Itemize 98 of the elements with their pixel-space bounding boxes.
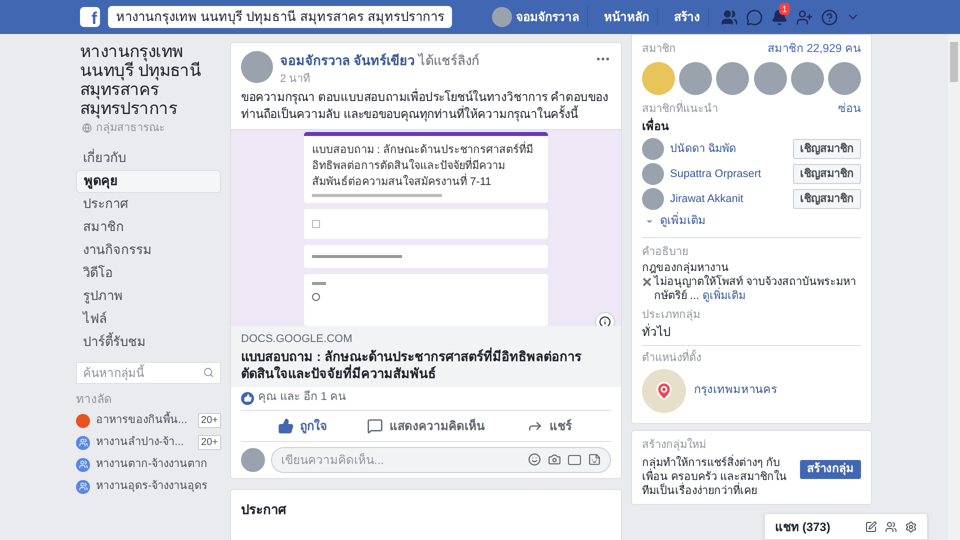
avatar-placeholder [642,188,664,210]
description-text: ไม่อนุญาตให้โพสท์ จาบจ้วงสถาบันพระมหากษัตริย์ ... ดูเพิ่มเติม [654,274,858,302]
friends-icon[interactable] [721,8,738,26]
post-action-button[interactable]: แชร์ [488,416,611,434]
section-heading: ตำแหน่งที่ตั้ง [642,350,861,366]
post-action-button[interactable]: แสดงความคิดเห็น [364,416,488,434]
emoji-icon[interactable] [528,453,541,466]
create-group-button[interactable]: สร้างกลุ่ม [800,460,861,479]
link-preview[interactable] [231,129,621,386]
section-heading: คำอธิบาย [642,245,689,260]
invite-button[interactable]: เชิญสมาชิก [793,164,861,184]
description-text: กฎของกลุ่มหางาน [642,260,729,274]
avatar-placeholder [642,138,664,160]
shortcut-label: หางานอุดร-จ้างงานอุดร [96,479,209,494]
post-text: ขอความกรุณา ตอบแบบสอบถามเพื่อประโยชน์ในทางวิชาการ คำตอบของท่านถือเป็นความลับ และขอขอบคุณทุกท่านที่ให้ความกรุณาในครั้งนี้ [240,88,610,124]
sidebar-nav-item[interactable]: รูปภาพ [76,284,221,308]
thumbs-up-icon [278,418,294,434]
reaction-summary: คุณ และ อีก 1 คน [258,389,346,406]
suggested-member-link[interactable]: Supattra Orprasert [670,166,787,182]
link-title: แบบสอบถาม : ลักษณะด้านประชากรศาสตร์ที่มีอิทธิพลต่อการตัดสินใจและปัจจัยที่มีความสัมพันธ์ [241,348,583,382]
friends-label: เพื่อน [642,118,861,136]
suggested-member-link[interactable]: ปนัดดา ฉิมพัด [670,140,787,157]
count-badge: 20+ [198,413,221,428]
messenger-icon[interactable] [746,8,763,26]
link-domain: DOCS.GOOGLE.COM [241,332,354,347]
shortcut-label: อาหารของกินพื้น... [96,412,192,429]
shortcut-item[interactable]: อาหารของกินพื้น... 20+ [76,410,221,432]
avatar-placeholder [642,162,664,185]
card-heading: ประกาศ [241,502,286,516]
post-action-button[interactable]: ถูกใจ [241,416,364,434]
member-avatar-placeholder [716,62,750,96]
post-time: 2 นาที [280,72,312,86]
form-title: แบบสอบถาม : ลักษณะด้านประชากรศาสตร์ที่มีอิทธิพลต่อการตัดสินใจและปัจจัยที่มีความสัมพันธ์ต่อความสนใจสมัครงานที่ 7-11 [312,142,540,190]
avatar-placeholder [492,7,512,27]
chat-bar[interactable]: แชท (373) [764,513,928,540]
section-heading: สมาชิก [642,42,676,57]
sidebar-nav-item[interactable]: ประกาศ [76,192,221,216]
globe-icon [82,123,92,134]
info-icon[interactable] [595,312,615,326]
member-avatar-placeholder [642,62,675,96]
sidebar-nav-item[interactable]: ไฟล์ [76,308,221,330]
suggested-member-link[interactable]: Jirawat Akkanit [670,190,787,207]
group-icon [76,436,90,450]
sidebar-nav-item[interactable]: ปาร์ตี้รับชม [76,330,221,354]
sidebar-nav-item[interactable]: วิดีโอ [76,262,221,284]
chat-label: แชท (373) [775,518,832,536]
nav-link[interactable]: หน้าหลัก [596,8,658,26]
logo-icon: f [80,7,100,27]
section-heading: สมาชิกที่แนะนำ [642,101,718,118]
shortcut-label: หางานลำปาง-จ้า... [96,435,185,450]
search-field[interactable]: หางานกรุงเทพ นนทบุรี ปทุมธานี สมุทรสาคร สมุทรปราการ [108,6,452,28]
members-count-link[interactable]: สมาชิก 22,929 คน [767,41,861,58]
member-avatar-placeholder [828,62,861,96]
avatar-placeholder [241,51,273,83]
see-more-link[interactable]: ดูเพิ่มเติม [702,290,746,302]
group-title: หางานกรุงเทพ นนทบุรี ปทุมธานี สมุทรสาคร สมุทรปราการ [79,42,202,118]
member-avatar-placeholder [679,62,712,96]
sidebar-nav-item[interactable]: สมาชิก [76,216,221,238]
avatar-placeholder [241,448,265,472]
create-group-text: กลุ่มทำให้การแชร์สิ่งต่างๆ กับเพื่อน ครอบครัว และสมาชิกในทีมเป็นเรื่องง่ายกว่าที่เคย [642,456,792,498]
shortcut-item[interactable]: หางานตาก-จ้างงานตาก [76,454,221,476]
group-chat-icon[interactable] [885,520,897,532]
see-more-link[interactable]: ดูเพิ่มเติม [660,212,706,230]
group-icon [76,458,90,472]
hide-link[interactable]: ซ่อน [838,101,861,118]
post-action: ได้แชร์ลิงก์ [418,53,480,68]
sidebar-nav-item[interactable]: เกี่ยวกับ [76,146,221,170]
shortcut-item[interactable]: หางานอุดร-จ้างงานอุดร [76,476,221,498]
settings-icon[interactable] [905,520,917,532]
author-link[interactable]: จอมจักรวาล จันทร์เขียว [280,53,415,68]
shortcut-label: หางานตาก-จ้างงานตาก [96,457,209,472]
sidebar-nav-item[interactable]: พูดคุย [76,170,221,192]
notification-badge: 1 [779,2,790,14]
help-icon[interactable] [821,8,838,26]
section-heading: ทางลัด [76,390,113,408]
count-badge: 20+ [198,435,221,450]
member-avatar-placeholder [754,62,787,96]
nav-link[interactable]: สร้าง [666,8,709,26]
section-heading: สร้างกลุ่มใหม่ [642,437,707,453]
cross-mark-icon [642,276,652,286]
privacy-label: กลุ่มสาธารณะ [96,121,165,136]
speech-bubble-icon [367,418,384,434]
section-heading: ประเภทกลุ่ม [642,308,701,323]
invite-button[interactable]: เชิญสมาชิก [793,138,861,159]
map-thumbnail [642,368,686,412]
compose-icon[interactable] [865,520,877,532]
member-avatar-placeholder [790,62,824,96]
camera-icon[interactable] [548,453,561,466]
sidebar-nav-item[interactable]: งานกิจกรรม [76,238,221,262]
group-icon [76,480,90,494]
profile-link[interactable]: จอมจักรวาล [492,7,588,27]
group-type: ทั่วไป [642,323,861,346]
sticker-icon[interactable] [588,453,601,466]
search-icon [203,367,214,378]
invite-button[interactable]: เชิญสมาชิก [793,188,861,209]
location-link[interactable]: กรุงเทพมหานคร [694,382,777,400]
shortcut-item[interactable]: หางานลำปาง-จ้า... 20+ [76,432,221,454]
like-reaction-icon [241,392,254,404]
